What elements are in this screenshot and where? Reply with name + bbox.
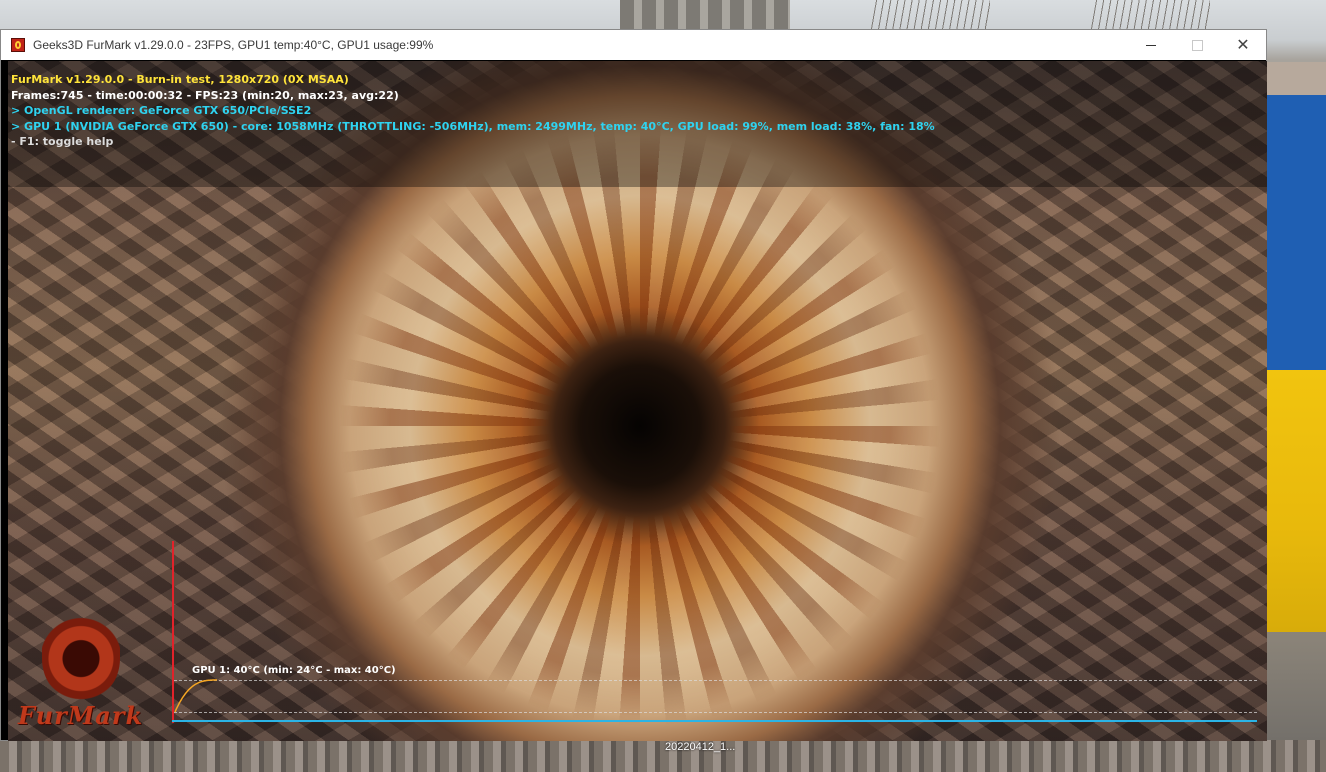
- close-button[interactable]: ✕: [1220, 30, 1266, 60]
- background-ground: [0, 740, 1326, 772]
- close-icon: ✕: [1236, 37, 1250, 54]
- hud-gpu-line: > GPU 1 (NVIDIA GeForce GTX 650) - core:…: [11, 120, 935, 133]
- background-flag-blue: [1267, 95, 1326, 375]
- maximize-button[interactable]: [1174, 30, 1220, 60]
- furmark-logo: FurMark: [10, 598, 160, 733]
- hud-renderer-line: > OpenGL renderer: GeForce GTX 650/PCIe/…: [11, 104, 312, 117]
- hud-title-line: FurMark v1.29.0.0 - Burn-in test, 1280x7…: [11, 73, 349, 86]
- furmark-app-icon[interactable]: [11, 38, 25, 52]
- graph-temp-curve: [174, 679, 217, 713]
- hud-frames-line: Frames:745 - time:00:00:32 - FPS:23 (min…: [11, 89, 399, 102]
- hud-panel: FurMark v1.29.0.0 - Burn-in test, 1280x7…: [8, 61, 1267, 187]
- maximize-icon: [1191, 39, 1203, 51]
- desktop-file-label[interactable]: 20220412_1...: [665, 741, 735, 753]
- render-viewport[interactable]: FurMark v1.29.0.0 - Burn-in test, 1280x7…: [8, 61, 1267, 741]
- hud-help-line: - F1: toggle help: [11, 135, 114, 148]
- graph-temp-curve-svg: [174, 679, 217, 713]
- furmark-logo-text: FurMark: [18, 701, 144, 730]
- furmark-window[interactable]: Geeks3D FurMark v1.29.0.0 - 23FPS, GPU1 …: [0, 29, 1267, 741]
- window-title: Geeks3D FurMark v1.29.0.0 - 23FPS, GPU1 …: [33, 38, 434, 52]
- background-building: [620, 0, 790, 30]
- background-flag-yellow: [1267, 370, 1326, 632]
- gpu-temp-graph: GPU 1: 40°C (min: 24°C - max: 40°C): [172, 541, 1267, 723]
- background-wall: [1267, 62, 1326, 95]
- minimize-icon: [1146, 44, 1156, 46]
- title-bar[interactable]: Geeks3D FurMark v1.29.0.0 - 23FPS, GPU1 …: [1, 30, 1266, 60]
- furmark-logo-mark: [42, 608, 120, 700]
- minimize-button[interactable]: [1128, 30, 1174, 60]
